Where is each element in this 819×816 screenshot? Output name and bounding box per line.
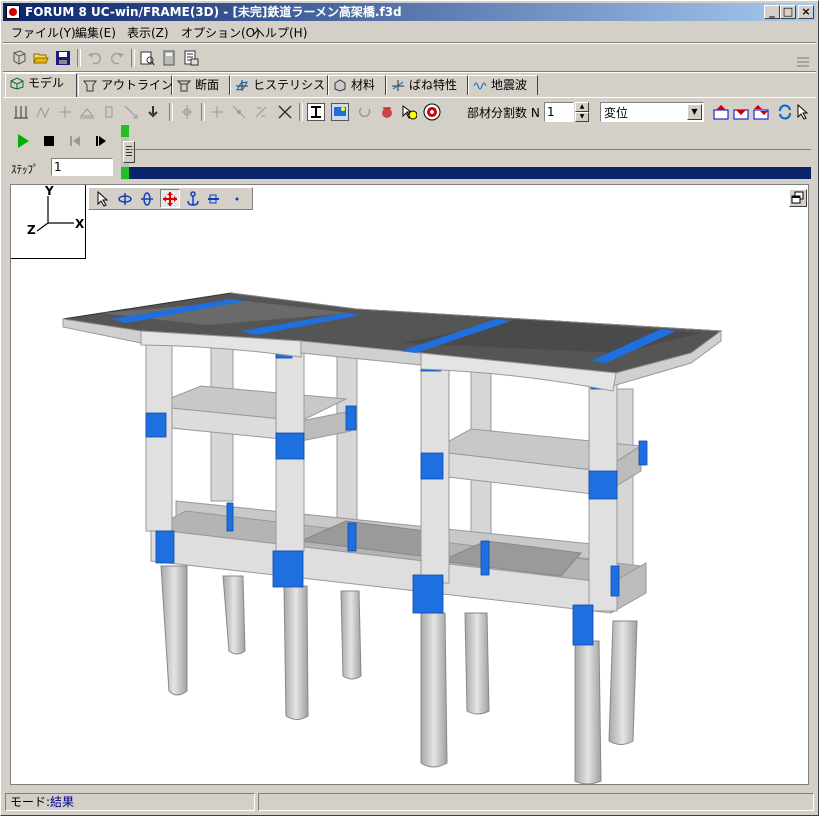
compare-icon[interactable]: [753, 104, 769, 120]
main-toolbar: [3, 45, 816, 71]
menu-file[interactable]: ファイル(Y): [11, 24, 76, 41]
member-icon[interactable]: [35, 104, 51, 120]
open-folder-icon[interactable]: [33, 50, 49, 66]
model-toolbar: 部材分割数 N 1 ▲ ▼ 変位 ▼: [3, 97, 816, 126]
export-up-icon[interactable]: [713, 104, 729, 120]
app-window: FORUM 8 UC-win/FRAME(3D) - [未完]鉄道ラーメン高架橋…: [0, 0, 819, 816]
tab-material-label: 材料: [351, 78, 376, 92]
window-title: FORUM 8 UC-win/FRAME(3D) - [未完]鉄道ラーメン高架橋…: [25, 5, 402, 19]
tab-spring[interactable]: ばね特性: [386, 75, 468, 95]
new-file-icon[interactable]: [11, 50, 27, 66]
tab-hysteresis[interactable]: ヒステリシス: [230, 75, 328, 95]
toolbar-options-icon[interactable]: [795, 53, 811, 69]
divide-member-icon[interactable]: [231, 104, 247, 120]
step-back-icon[interactable]: [67, 133, 83, 149]
timeline-track[interactable]: [129, 149, 811, 150]
status-info: [258, 793, 814, 811]
status-mode-label: モード:: [10, 795, 51, 809]
hysteresis-tab-icon: [236, 80, 248, 91]
redo-icon[interactable]: [109, 50, 125, 66]
division-input[interactable]: 1: [544, 102, 574, 122]
material-tab-icon: [334, 79, 346, 92]
node-icon[interactable]: [13, 104, 29, 120]
animation-icon[interactable]: [379, 104, 395, 120]
spin-up-icon[interactable]: ▲: [575, 102, 589, 112]
print-preview-icon[interactable]: [139, 50, 155, 66]
add-node-icon[interactable]: [209, 104, 225, 120]
support-icon[interactable]: [79, 104, 95, 120]
status-bar: モード:結果: [3, 791, 816, 813]
result-view-icon[interactable]: [423, 103, 441, 121]
section-view-icon[interactable]: [307, 103, 325, 121]
status-mode-value: 結果: [50, 795, 75, 809]
division-label: 部材分割数 N: [467, 106, 540, 120]
save-icon[interactable]: [55, 50, 71, 66]
wave-tab-icon: [473, 82, 487, 90]
load-icon[interactable]: [123, 104, 139, 120]
display-select[interactable]: 変位 ▼: [600, 102, 704, 122]
viewport-3d[interactable]: Y X Z: [10, 184, 809, 785]
section-tab-icon: [177, 80, 191, 92]
tab-model[interactable]: モデル: [5, 73, 77, 97]
menu-options[interactable]: オプション(O): [181, 24, 260, 41]
tab-model-label: モデル: [28, 76, 65, 90]
chevron-down-icon[interactable]: ▼: [687, 104, 702, 120]
display-select-value: 変位: [604, 106, 629, 120]
app-icon[interactable]: [6, 5, 20, 19]
mass-icon[interactable]: [145, 104, 161, 120]
spring-icon[interactable]: [101, 104, 117, 120]
tab-spring-label: ばね特性: [409, 78, 458, 92]
step-forward-icon[interactable]: [93, 133, 109, 149]
tab-strip: モデル アウトライン 断面 ヒステリシス 材料 ばね特性 地震波: [5, 73, 816, 97]
menu-view[interactable]: 表示(Z): [127, 24, 169, 41]
tab-earthquake[interactable]: 地震波: [468, 75, 538, 95]
spin-down-icon[interactable]: ▼: [575, 112, 589, 122]
tab-material[interactable]: 材料: [328, 75, 386, 95]
tab-hysteresis-label: ヒステリシス: [253, 78, 326, 92]
railway-viaduct-model: [62, 292, 723, 784]
status-mode: モード:結果: [5, 793, 255, 811]
spring-tab-icon: [392, 80, 404, 91]
step-input[interactable]: 1: [51, 158, 113, 176]
delete-member-icon[interactable]: [277, 104, 293, 120]
step-label: ｽﾃｯﾌﾟ: [11, 163, 39, 176]
model-tab-icon: [10, 77, 24, 90]
close-button[interactable]: ×: [798, 5, 814, 19]
tab-section-label: 断面: [195, 78, 220, 92]
division-spinner[interactable]: ▲ ▼: [575, 102, 589, 122]
tab-outline[interactable]: アウトライン: [78, 75, 174, 95]
timeline-slider-thumb[interactable]: [123, 141, 135, 163]
info-pointer-icon[interactable]: [401, 104, 417, 120]
playhead-top: [121, 125, 129, 137]
menu-edit[interactable]: 編集(E): [75, 24, 116, 41]
import-down-icon[interactable]: [733, 104, 749, 120]
render-view-icon[interactable]: [331, 103, 349, 121]
playhead-bottom: [121, 167, 129, 179]
undo-icon[interactable]: [87, 50, 103, 66]
tab-outline-label: アウトライン: [101, 78, 174, 92]
playback-panel: ｽﾃｯﾌﾟ 1: [7, 125, 811, 180]
outline-tab-icon: [83, 80, 97, 92]
menu-bar: ファイル(Y) 編集(E) 表示(Z) オプション(O) ヘルプ(H): [3, 22, 816, 41]
play-icon[interactable]: [15, 133, 31, 149]
refresh-icon[interactable]: [777, 104, 793, 120]
cross-icon[interactable]: [57, 104, 73, 120]
minimize-button[interactable]: _: [764, 5, 780, 19]
progress-bar: [121, 167, 811, 179]
pin-icon[interactable]: [179, 104, 195, 120]
stop-icon[interactable]: [41, 133, 57, 149]
tab-section[interactable]: 断面: [172, 75, 230, 95]
rotate-icon[interactable]: [357, 104, 373, 120]
tab-earthquake-label: 地震波: [491, 78, 528, 92]
title-bar[interactable]: FORUM 8 UC-win/FRAME(3D) - [未完]鉄道ラーメン高架橋…: [3, 3, 816, 21]
calculator-icon[interactable]: [161, 50, 177, 66]
maximize-button[interactable]: □: [780, 5, 796, 19]
select-pointer-icon[interactable]: [795, 104, 811, 120]
menu-help[interactable]: ヘルプ(H): [253, 24, 307, 41]
report-icon[interactable]: [183, 50, 199, 66]
link-icon[interactable]: [253, 104, 269, 120]
